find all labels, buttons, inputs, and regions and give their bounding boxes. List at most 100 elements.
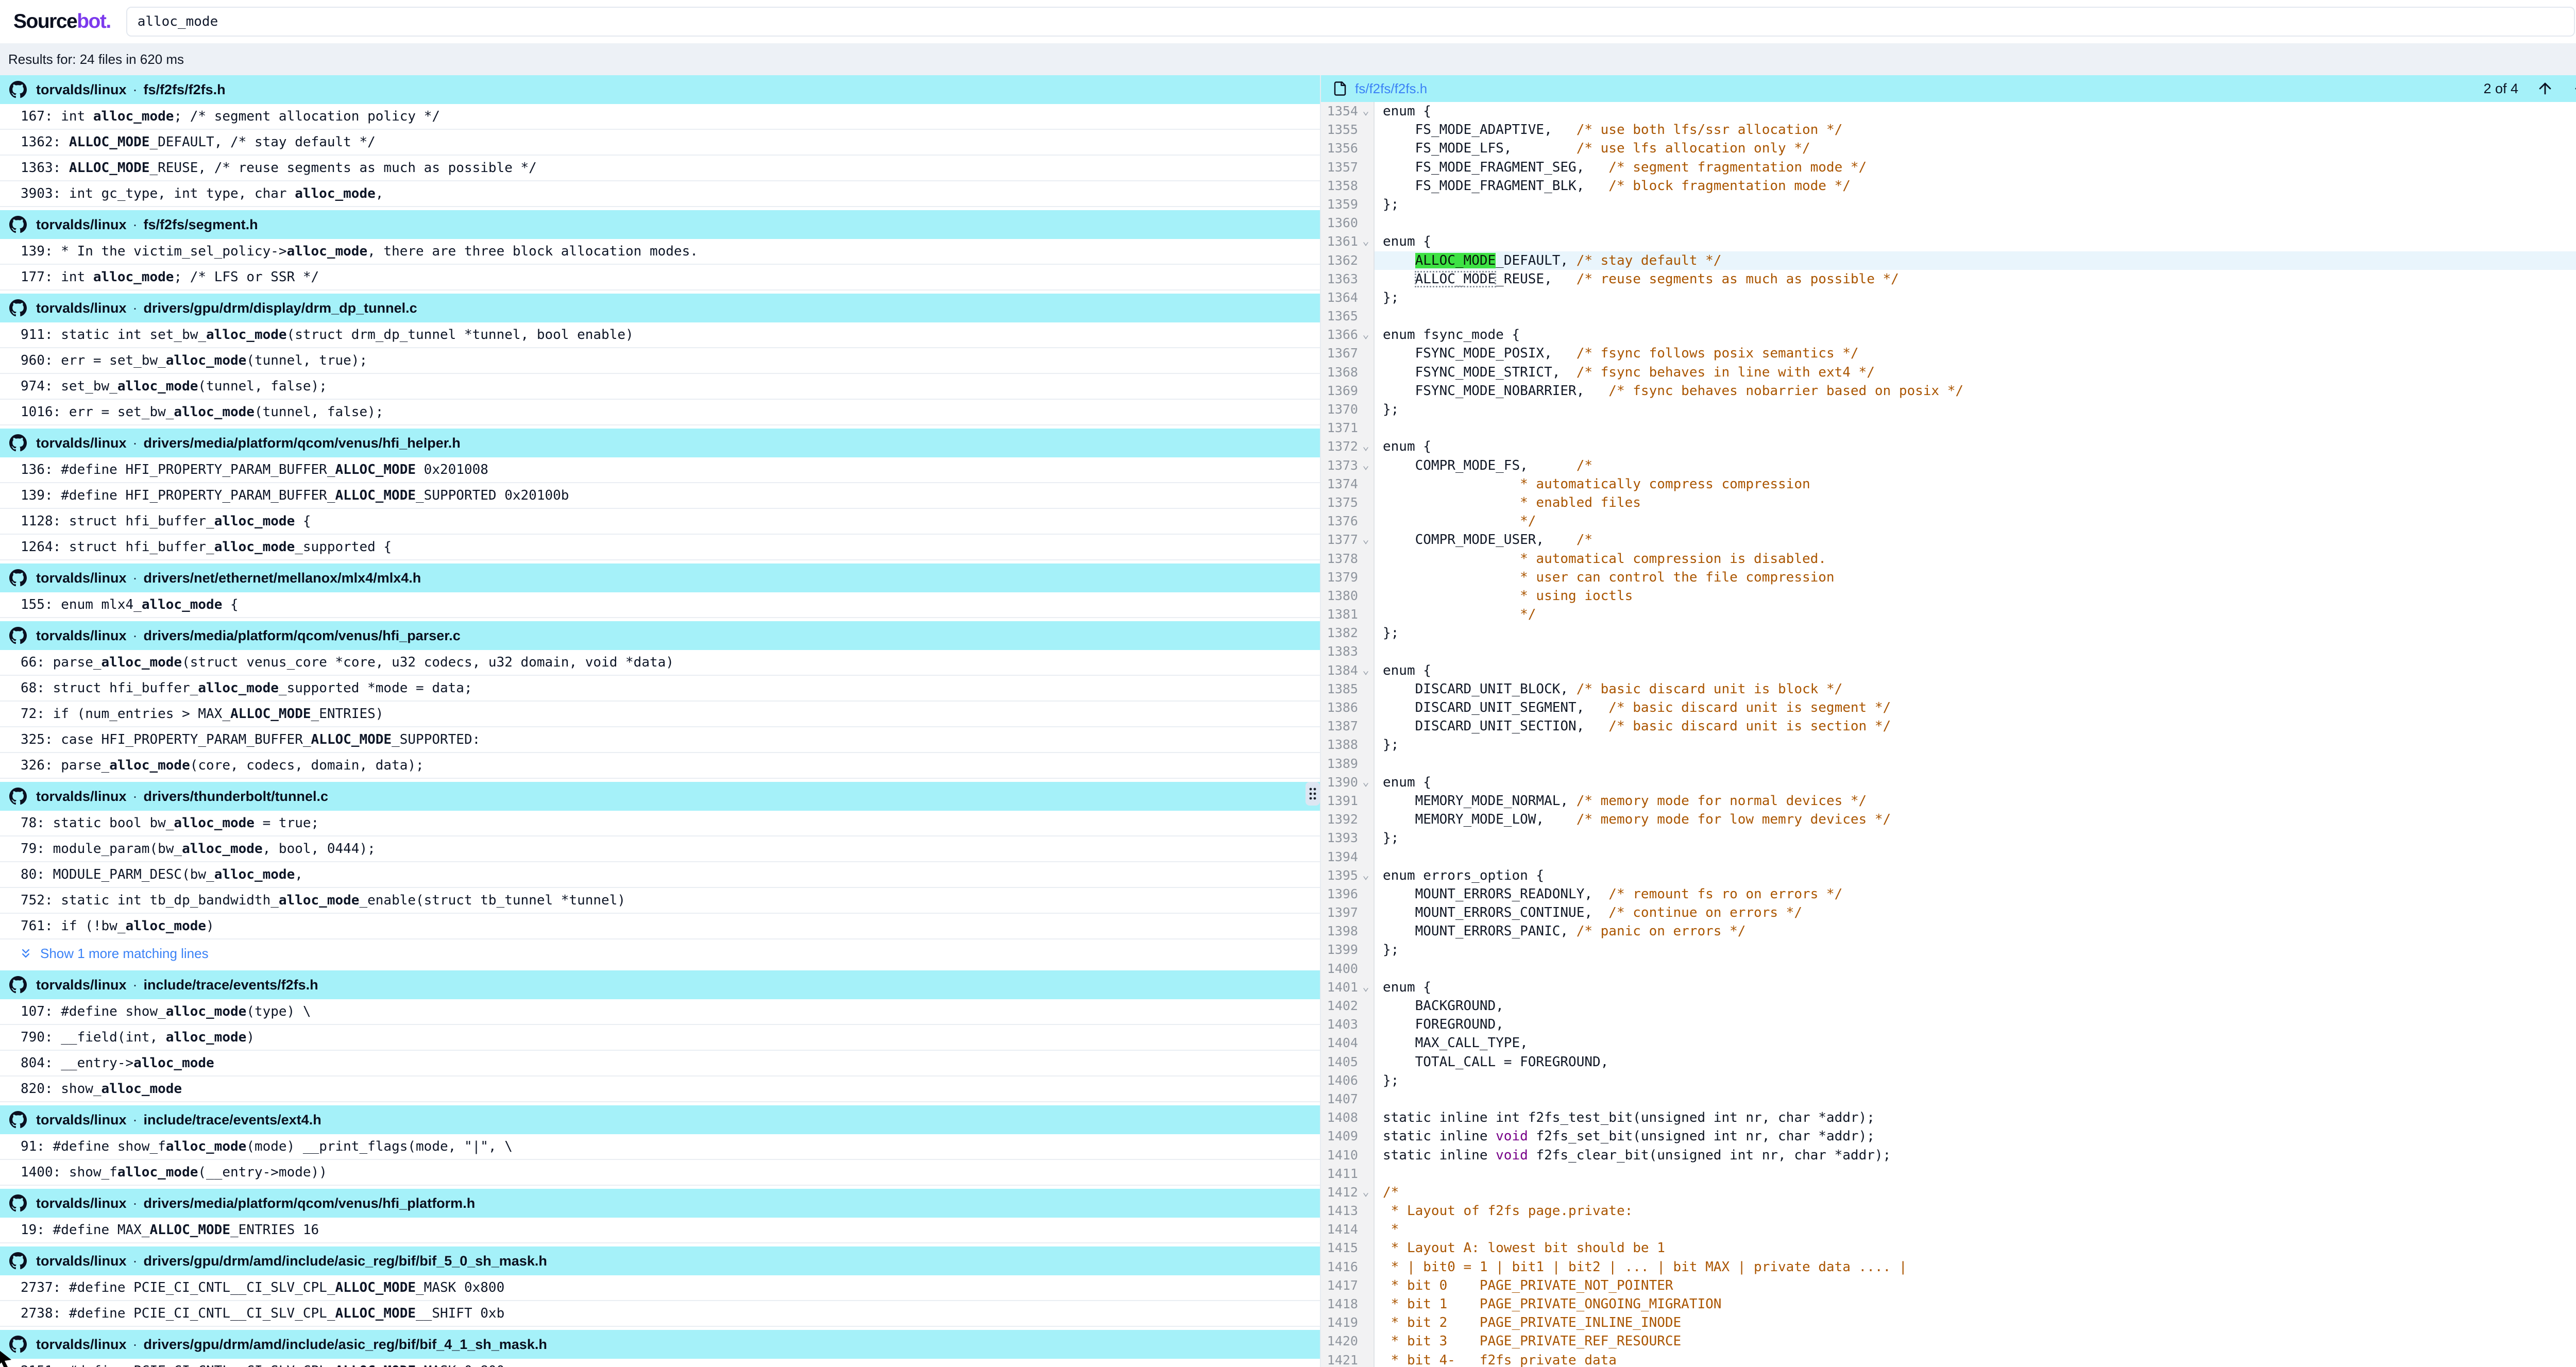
fold-chevron-icon[interactable]: ⌄ [1358, 661, 1374, 680]
match-line[interactable]: 326: parse_alloc_mode(core, codecs, doma… [0, 753, 1320, 779]
result-file-header[interactable]: torvalds/linux·drivers/net/ethernet/mell… [0, 563, 1320, 592]
match-line[interactable]: 80: MODULE_PARM_DESC(bw_alloc_mode, [0, 862, 1320, 888]
result-file-header[interactable]: torvalds/linux·drivers/thunderbolt/tunne… [0, 782, 1320, 811]
match-line[interactable]: 139: #define HFI_PROPERTY_PARAM_BUFFER_A… [0, 483, 1320, 509]
match-line[interactable]: 68: struct hfi_buffer_alloc_mode_support… [0, 676, 1320, 702]
line-number: 1378 [1321, 550, 1358, 568]
code-line: 1366⌄enum fsync_mode { [1321, 326, 2576, 344]
line-gutter: 1407 [1321, 1090, 1375, 1108]
line-number: 1358 [1321, 177, 1358, 195]
fold-spacer [1358, 755, 1374, 773]
result-group: torvalds/linux·drivers/gpu/drm/display/d… [0, 294, 1320, 425]
result-file-header[interactable]: torvalds/linux·drivers/gpu/drm/amd/inclu… [0, 1330, 1320, 1359]
match-line[interactable]: 136: #define HFI_PROPERTY_PARAM_BUFFER_A… [0, 457, 1320, 483]
line-number: 1389 [1321, 755, 1358, 773]
line-number: 1403 [1321, 1015, 1358, 1034]
github-icon [9, 976, 27, 994]
code-text: BACKGROUND, [1375, 997, 2576, 1015]
match-line[interactable]: 974: set_bw_alloc_mode(tunnel, false); [0, 374, 1320, 400]
code-line: 1418 * bit 1 PAGE_PRIVATE_ONGOING_MIGRAT… [1321, 1295, 2576, 1313]
sourcebot-logo[interactable]: Sourcebot. [13, 10, 111, 33]
preview-file-name[interactable]: fs/f2fs/f2fs.h [1355, 81, 1427, 97]
match-line[interactable]: 2737: #define PCIE_CI_CNTL__CI_SLV_CPL_A… [0, 1275, 1320, 1301]
code-line: 1396 MOUNT_ERRORS_READONLY, /* remount f… [1321, 885, 2576, 903]
match-line[interactable]: 790: __field(int, alloc_mode) [0, 1025, 1320, 1051]
previous-match-button[interactable] [2536, 79, 2554, 98]
match-line[interactable]: 78: static bool bw_alloc_mode = true; [0, 811, 1320, 836]
repo-name: torvalds/linux [36, 300, 127, 316]
result-file-header[interactable]: torvalds/linux·fs/f2fs/f2fs.h [0, 75, 1320, 104]
code-text: FSYNC_MODE_STRICT, /* fsync behaves in l… [1375, 363, 2576, 382]
line-gutter: 1367 [1321, 344, 1375, 363]
line-gutter: 1411 [1321, 1165, 1375, 1183]
fold-chevron-icon[interactable]: ⌄ [1358, 531, 1374, 549]
match-line[interactable]: 1264: struct hfi_buffer_alloc_mode_suppo… [0, 535, 1320, 560]
match-line[interactable]: 325: case HFI_PROPERTY_PARAM_BUFFER_ALLO… [0, 727, 1320, 753]
result-file-header[interactable]: torvalds/linux·fs/f2fs/segment.h [0, 210, 1320, 239]
code-line: 1382}; [1321, 624, 2576, 642]
result-file-header[interactable]: torvalds/linux·drivers/media/platform/qc… [0, 429, 1320, 457]
match-line[interactable]: 167: int alloc_mode; /* segment allocati… [0, 104, 1320, 130]
result-file-header[interactable]: torvalds/linux·include/trace/events/f2fs… [0, 970, 1320, 999]
match-line[interactable]: 820: show_alloc_mode [0, 1076, 1320, 1102]
result-file-header[interactable]: torvalds/linux·drivers/media/platform/qc… [0, 621, 1320, 650]
line-gutter: 1382 [1321, 624, 1375, 642]
match-line[interactable]: 107: #define show_alloc_mode(type) \ [0, 999, 1320, 1025]
match-line[interactable]: 1362: ALLOC_MODE_DEFAULT, /* stay defaul… [0, 130, 1320, 156]
fold-chevron-icon[interactable]: ⌄ [1358, 102, 1374, 121]
fold-chevron-icon[interactable]: ⌄ [1358, 978, 1374, 997]
result-file-header[interactable]: torvalds/linux·include/trace/events/ext4… [0, 1105, 1320, 1134]
match-line[interactable]: 66: parse_alloc_mode(struct venus_core *… [0, 650, 1320, 676]
match-line[interactable]: 752: static int tb_dp_bandwidth_alloc_mo… [0, 888, 1320, 914]
match-line[interactable]: 1363: ALLOC_MODE_REUSE, /* reuse segment… [0, 156, 1320, 181]
code-text: * bit 0 PAGE_PRIVATE_NOT_POINTER [1375, 1276, 2576, 1295]
match-line[interactable]: 19: #define MAX_ALLOC_MODE_ENTRIES 16 [0, 1218, 1320, 1243]
file-path: fs/f2fs/segment.h [144, 217, 258, 233]
fold-chevron-icon[interactable]: ⌄ [1358, 437, 1374, 456]
match-line[interactable]: 177: int alloc_mode; /* LFS or SSR */ [0, 265, 1320, 291]
match-line[interactable]: 1016: err = set_bw_alloc_mode(tunnel, fa… [0, 400, 1320, 425]
fold-spacer [1358, 1034, 1374, 1052]
line-gutter: 1392 [1321, 810, 1375, 829]
code-text: TOTAL_CALL = FOREGROUND, [1375, 1053, 2576, 1071]
match-line[interactable]: 960: err = set_bw_alloc_mode(tunnel, tru… [0, 348, 1320, 374]
match-line[interactable]: 72: if (num_entries > MAX_ALLOC_MODE_ENT… [0, 702, 1320, 727]
code-text [1375, 214, 2576, 232]
result-file-header[interactable]: torvalds/linux·drivers/gpu/drm/amd/inclu… [0, 1246, 1320, 1275]
result-group: torvalds/linux·include/trace/events/ext4… [0, 1105, 1320, 1186]
line-number: 1371 [1321, 419, 1358, 437]
line-number: 1414 [1321, 1220, 1358, 1239]
result-file-header[interactable]: torvalds/linux·drivers/media/platform/qc… [0, 1189, 1320, 1218]
match-line[interactable]: 1400: show_falloc_mode(__entry->mode)) [0, 1160, 1320, 1186]
match-line[interactable]: 79: module_param(bw_alloc_mode, bool, 04… [0, 836, 1320, 862]
pane-resize-handle[interactable] [1306, 782, 1320, 806]
match-line[interactable]: 139: * In the victim_sel_policy->alloc_m… [0, 239, 1320, 265]
fold-chevron-icon[interactable]: ⌄ [1358, 456, 1374, 475]
match-line[interactable]: 2151: #define PCIE_CI_CNTL__CI_SLV_CPL_A… [0, 1359, 1320, 1367]
fold-chevron-icon[interactable]: ⌄ [1358, 866, 1374, 885]
show-more-link[interactable]: Show 1 more matching lines [0, 939, 1320, 967]
match-line[interactable]: 3903: int gc_type, int type, char alloc_… [0, 181, 1320, 207]
chevrons-down-icon [19, 946, 33, 961]
fold-chevron-icon[interactable]: ⌄ [1358, 1183, 1374, 1202]
match-line[interactable]: 911: static int set_bw_alloc_mode(struct… [0, 322, 1320, 348]
fold-chevron-icon[interactable]: ⌄ [1358, 232, 1374, 251]
fold-chevron-icon[interactable]: ⌄ [1358, 773, 1374, 792]
match-line[interactable]: 1128: struct hfi_buffer_alloc_mode { [0, 509, 1320, 535]
github-icon [9, 81, 27, 98]
result-file-header[interactable]: torvalds/linux·drivers/gpu/drm/display/d… [0, 294, 1320, 322]
code-line: 1373⌄ COMPR_MODE_FS, /* [1321, 456, 2576, 475]
match-line[interactable]: 761: if (!bw_alloc_mode) [0, 914, 1320, 939]
next-match-button[interactable] [2572, 79, 2576, 98]
fold-chevron-icon[interactable]: ⌄ [1358, 326, 1374, 344]
match-line[interactable]: 155: enum mlx4_alloc_mode { [0, 592, 1320, 618]
match-line[interactable]: 804: __entry->alloc_mode [0, 1051, 1320, 1076]
match-line[interactable]: 91: #define show_falloc_mode(mode) __pri… [0, 1134, 1320, 1160]
code-text: enum { [1375, 978, 2576, 997]
line-number: 1396 [1321, 885, 1358, 903]
code-line: 1377⌄ COMPR_MODE_USER, /* [1321, 531, 2576, 549]
search-input[interactable] [126, 7, 2575, 37]
match-line[interactable]: 2738: #define PCIE_CI_CNTL__CI_SLV_CPL_A… [0, 1301, 1320, 1327]
code-text: FSYNC_MODE_NOBARRIER, /* fsync behaves n… [1375, 382, 2576, 400]
code-text: static inline void f2fs_set_bit(unsigned… [1375, 1127, 2576, 1146]
